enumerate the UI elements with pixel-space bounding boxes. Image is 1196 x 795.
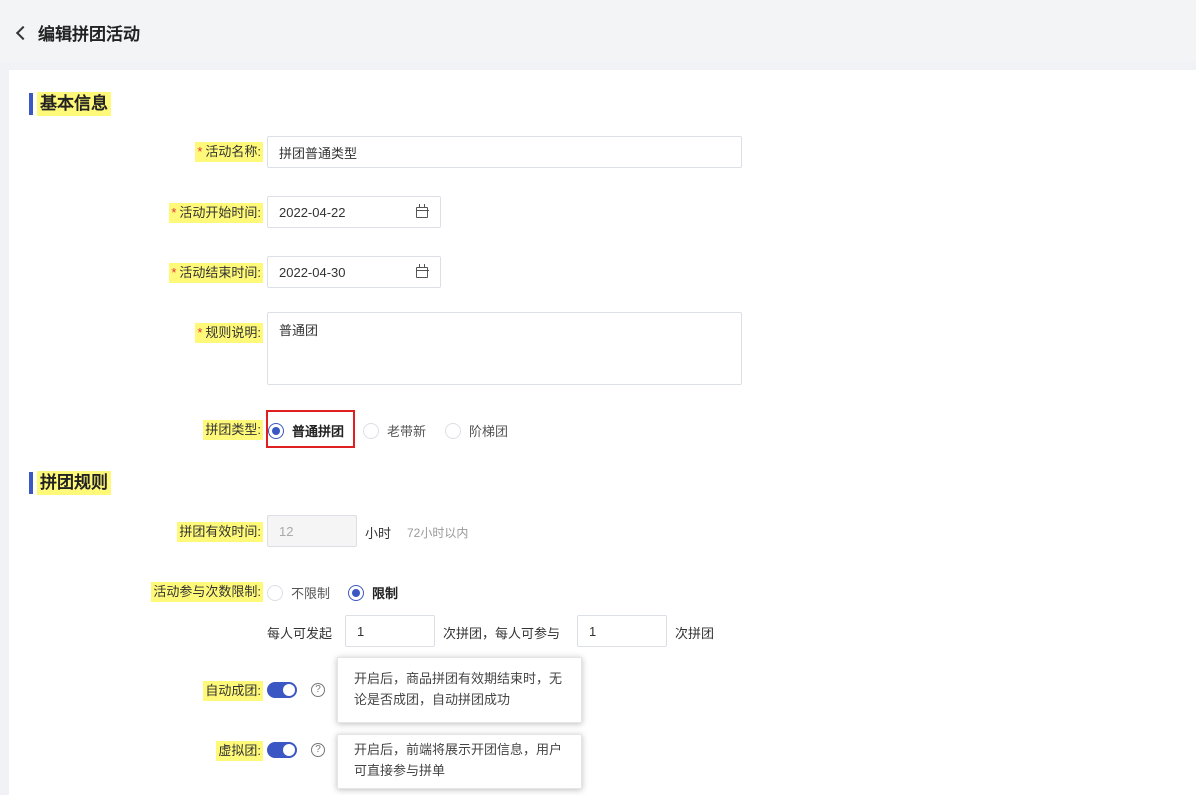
auto-group-tooltip: 开启后，商品拼团有效期结束时，无 论是否成团，自动拼团成功 xyxy=(337,657,582,723)
virtual-group-switch[interactable] xyxy=(267,742,297,758)
question-icon[interactable]: ? xyxy=(311,683,325,697)
section-basic-title: 基本信息 xyxy=(37,92,111,116)
end-time-label: * 活动结束时间: xyxy=(169,263,263,283)
activity-name-label: * 活动名称: xyxy=(195,142,263,162)
back-button[interactable]: 编辑拼团活动 xyxy=(14,20,140,45)
participation-limit-label: 活动参与次数限制: xyxy=(151,582,263,602)
radio-no-limit[interactable]: 不限制 xyxy=(267,583,330,602)
start-date-picker[interactable]: 2022-04-22 xyxy=(267,196,441,228)
join-count-input[interactable]: 1 xyxy=(577,615,667,647)
radio-unchecked-icon xyxy=(363,422,379,439)
limit-text-suffix: 次拼团 xyxy=(675,626,715,641)
rule-desc-textarea[interactable]: 普通团 xyxy=(267,312,742,385)
radio-checked-icon xyxy=(348,584,364,601)
radio-old-with-new[interactable]: 老带新 xyxy=(363,421,426,440)
section-basic-info: 基本信息 xyxy=(29,92,111,116)
radio-tier-group[interactable]: 阶梯团 xyxy=(445,421,508,440)
valid-time-hint: 72小时以内 xyxy=(407,526,469,540)
valid-time-input[interactable]: 12 xyxy=(267,515,357,547)
section-group-rules: 拼团规则 xyxy=(29,471,111,495)
form-card: 基本信息 * 活动名称: 拼团普通类型 * 活动开始时间: 2022-04-22 *… xyxy=(9,70,1196,795)
chevron-left-icon xyxy=(15,25,31,40)
radio-checked-icon xyxy=(268,422,284,439)
start-time-label: * 活动开始时间: xyxy=(169,203,263,223)
page-title: 编辑拼团活动 xyxy=(38,25,140,44)
rule-desc-label: * 规则说明: xyxy=(195,323,263,343)
calendar-icon xyxy=(415,264,429,278)
limit-text-join: 次拼团，每人可参与 xyxy=(443,626,561,641)
end-date-picker[interactable]: 2022-04-30 xyxy=(267,256,441,288)
radio-limit[interactable]: 限制 xyxy=(348,583,398,602)
valid-time-unit: 小时 xyxy=(365,526,392,541)
radio-unchecked-icon xyxy=(267,584,283,601)
activity-name-input[interactable]: 拼团普通类型 xyxy=(267,136,742,168)
initiate-count-input[interactable]: 1 xyxy=(345,615,435,647)
virtual-group-label: 虚拟团: xyxy=(216,741,263,761)
virtual-group-tooltip: 开启后，前端将展示开团信息，用户 可直接参与拼单 xyxy=(337,734,582,789)
top-bar: 编辑拼团活动 xyxy=(0,0,1196,62)
radio-unchecked-icon xyxy=(445,422,461,439)
limit-text-initiate: 每人可发起 xyxy=(267,626,333,641)
calendar-icon xyxy=(415,204,429,218)
valid-time-label: 拼团有效时间: xyxy=(177,522,263,542)
auto-group-label: 自动成团: xyxy=(203,681,263,701)
section-rules-title: 拼团规则 xyxy=(37,471,111,495)
radio-normal-group[interactable]: 普通拼团 xyxy=(268,421,344,440)
group-type-label: 拼团类型: xyxy=(203,420,263,440)
auto-group-switch[interactable] xyxy=(267,682,297,698)
question-icon[interactable]: ? xyxy=(311,743,325,757)
